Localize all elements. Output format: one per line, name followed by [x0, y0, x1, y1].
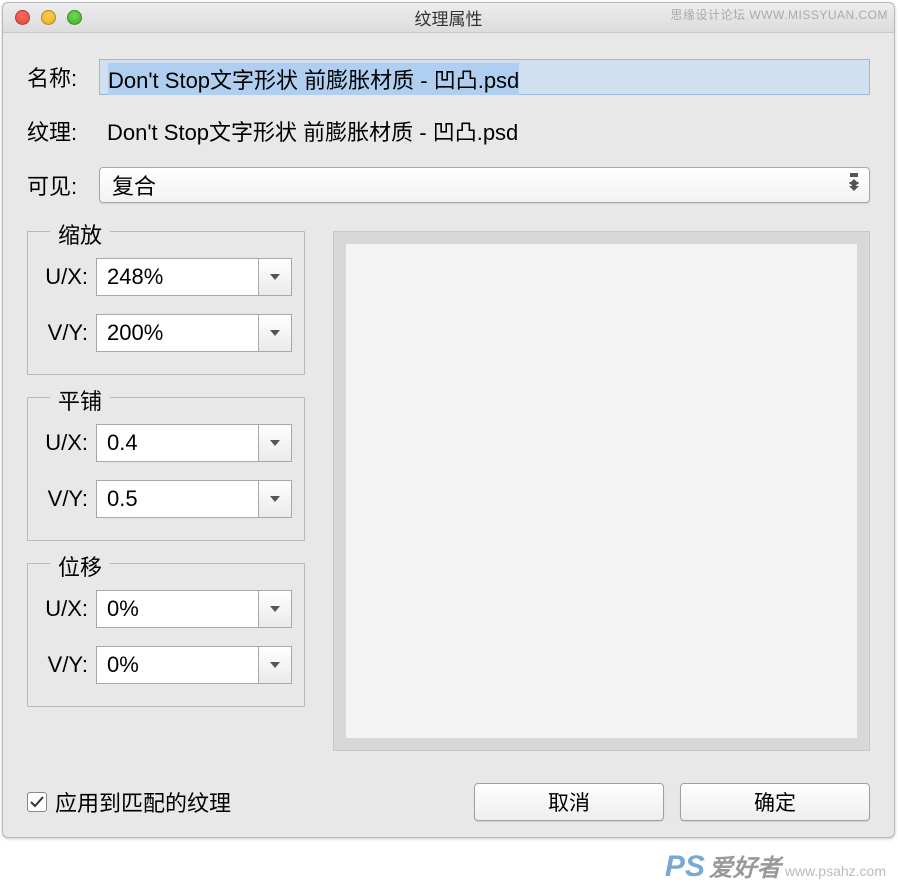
visible-label: 可见: [27, 169, 99, 201]
dropdown-icon[interactable] [258, 590, 292, 628]
cancel-button[interactable]: 取消 [474, 783, 664, 821]
main-area: 缩放 U/X: 248% V/Y: 200% [27, 231, 870, 751]
bottom-row: 应用到匹配的纹理 取消 确定 [27, 783, 870, 821]
tile-vy-value[interactable]: 0.5 [96, 480, 258, 518]
offset-ux-label: U/X: [40, 596, 96, 622]
tile-ux-value[interactable]: 0.4 [96, 424, 258, 462]
offset-ux-input[interactable]: 0% [96, 590, 292, 628]
watermark-text: 爱好者 [709, 848, 781, 883]
offset-vy-label: V/Y: [40, 652, 96, 678]
dropdown-icon[interactable] [258, 424, 292, 462]
watermark-bottom: PS 爱好者 www.psahz.com [665, 848, 886, 884]
texture-label: 纹理: [27, 115, 99, 147]
visible-select[interactable]: 复合 [99, 167, 870, 203]
tile-vy-input[interactable]: 0.5 [96, 480, 292, 518]
scale-vy-input[interactable]: 200% [96, 314, 292, 352]
scale-legend: 缩放 [50, 218, 110, 250]
tile-ux-input[interactable]: 0.4 [96, 424, 292, 462]
scale-ux-input[interactable]: 248% [96, 258, 292, 296]
offset-fieldset: 位移 U/X: 0% V/Y: 0% [27, 563, 305, 707]
offset-vy-value[interactable]: 0% [96, 646, 258, 684]
select-arrows-icon [849, 179, 859, 191]
tile-fieldset: 平铺 U/X: 0.4 V/Y: 0.5 [27, 397, 305, 541]
scale-vy-value[interactable]: 200% [96, 314, 258, 352]
dropdown-icon[interactable] [258, 646, 292, 684]
scale-vy-label: V/Y: [40, 320, 96, 346]
scale-ux-value[interactable]: 248% [96, 258, 258, 296]
dropdown-icon[interactable] [258, 258, 292, 296]
name-row: 名称: Don't Stop文字形状 前膨胀材质 - 凹凸.psd [27, 59, 870, 95]
scale-ux-row: U/X: 248% [40, 258, 292, 296]
visible-value: 复合 [112, 169, 156, 201]
tile-ux-label: U/X: [40, 430, 96, 456]
watermark-brand: PS [665, 850, 705, 884]
offset-vy-row: V/Y: 0% [40, 646, 292, 684]
offset-ux-row: U/X: 0% [40, 590, 292, 628]
name-label: 名称: [27, 61, 99, 93]
apply-checkbox-row[interactable]: 应用到匹配的纹理 [27, 786, 231, 818]
visible-row: 可见: 复合 [27, 167, 870, 203]
dropdown-icon[interactable] [258, 314, 292, 352]
scale-fieldset: 缩放 U/X: 248% V/Y: 200% [27, 231, 305, 375]
tile-vy-label: V/Y: [40, 486, 96, 512]
controls-column: 缩放 U/X: 248% V/Y: 200% [27, 231, 305, 751]
apply-checkbox[interactable] [27, 792, 47, 812]
scale-vy-row: V/Y: 200% [40, 314, 292, 352]
tile-legend: 平铺 [50, 384, 110, 416]
watermark-top: 思缘设计论坛 WWW.MISSYUAN.COM [671, 6, 889, 23]
ok-button[interactable]: 确定 [680, 783, 870, 821]
offset-legend: 位移 [50, 550, 110, 582]
check-icon [29, 794, 45, 810]
tile-ux-row: U/X: 0.4 [40, 424, 292, 462]
offset-vy-input[interactable]: 0% [96, 646, 292, 684]
offset-ux-value[interactable]: 0% [96, 590, 258, 628]
preview-pane [333, 231, 870, 751]
apply-label: 应用到匹配的纹理 [55, 786, 231, 818]
dialog-window: 纹理属性 名称: Don't Stop文字形状 前膨胀材质 - 凹凸.psd 纹… [2, 2, 895, 838]
name-input[interactable]: Don't Stop文字形状 前膨胀材质 - 凹凸.psd [99, 59, 870, 95]
scale-ux-label: U/X: [40, 264, 96, 290]
dropdown-icon[interactable] [258, 480, 292, 518]
tile-vy-row: V/Y: 0.5 [40, 480, 292, 518]
texture-row: 纹理: Don't Stop文字形状 前膨胀材质 - 凹凸.psd [27, 111, 870, 151]
dialog-content: 名称: Don't Stop文字形状 前膨胀材质 - 凹凸.psd 纹理: Do… [3, 33, 894, 841]
texture-value: Don't Stop文字形状 前膨胀材质 - 凹凸.psd [99, 111, 870, 151]
name-value: Don't Stop文字形状 前膨胀材质 - 凹凸.psd [108, 63, 519, 95]
watermark-url: www.psahz.com [785, 863, 886, 879]
